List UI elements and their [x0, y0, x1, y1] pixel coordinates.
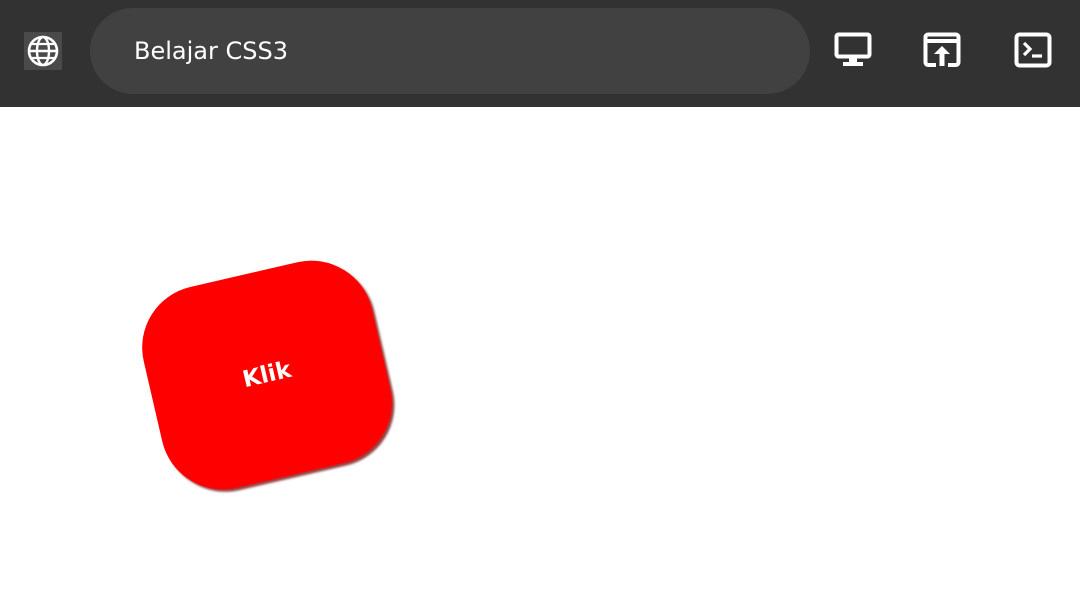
page-content: Klik [0, 107, 1080, 616]
klik-button-label: Klik [240, 356, 294, 394]
klik-button[interactable]: Klik [129, 248, 405, 502]
browser-toolbar: Belajar CSS3 [0, 0, 1080, 107]
console-button[interactable] [1013, 32, 1053, 72]
address-bar[interactable]: Belajar CSS3 [90, 8, 810, 94]
terminal-icon [1014, 32, 1052, 73]
desktop-view-button[interactable] [833, 32, 873, 72]
open-in-browser-button[interactable] [922, 32, 962, 72]
globe-icon[interactable] [24, 32, 62, 70]
page-title: Belajar CSS3 [134, 37, 288, 65]
monitor-icon [834, 32, 872, 73]
open-in-browser-icon [923, 32, 961, 73]
